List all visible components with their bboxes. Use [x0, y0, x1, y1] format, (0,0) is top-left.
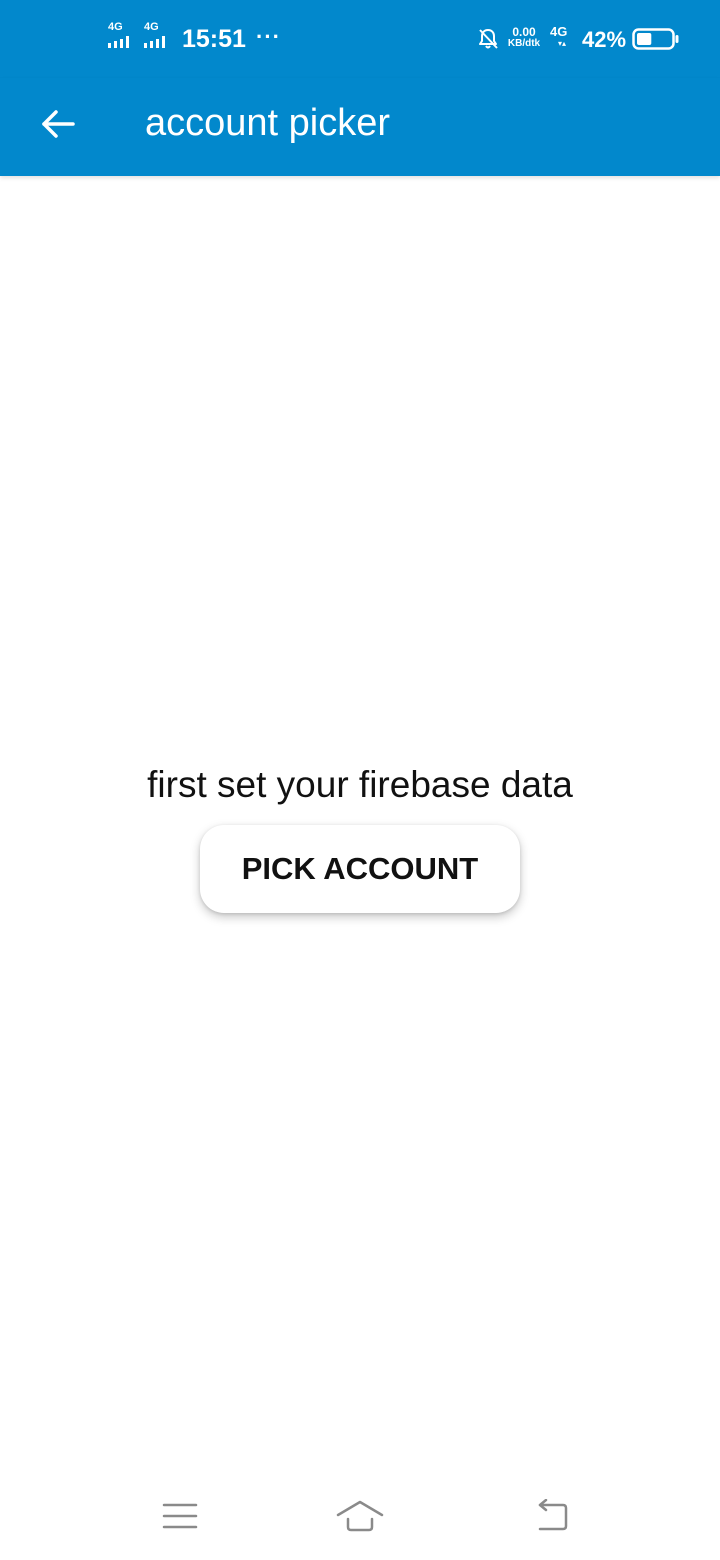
setup-message: first set your firebase data: [147, 764, 573, 805]
navigation-bar: [0, 1480, 720, 1560]
network-speed-unit: KB/dtk: [507, 38, 541, 49]
network-speed-indicator: 0.00 KB/dtk: [503, 26, 545, 50]
menu-icon: [162, 1501, 198, 1536]
data-network-label: 4G: [550, 24, 568, 39]
sim1-network-label: 4G: [108, 21, 123, 33]
screen: 4G 4G 15:51 ··· 0.00 KB/dtk 4G ▾▴ 42% ac…: [0, 0, 720, 1560]
system-back-button[interactable]: [520, 1492, 580, 1544]
sim1-signal-icon: 4G: [108, 22, 140, 48]
network-speed-value: 0.00: [512, 25, 536, 39]
back-icon: [530, 1498, 570, 1538]
home-icon: [334, 1499, 386, 1538]
app-bar: account picker: [0, 78, 720, 176]
battery-percent: 42%: [582, 27, 627, 52]
more-notifications-icon: ···: [256, 24, 281, 49]
sim2-signal-icon: 4G: [144, 22, 176, 48]
status-bar: 4G 4G 15:51 ··· 0.00 KB/dtk 4G ▾▴ 42%: [0, 0, 720, 78]
battery-icon: [632, 28, 679, 50]
data-activity-icon: ▾▴: [558, 39, 567, 48]
pick-account-button[interactable]: PICK ACCOUNT: [200, 825, 520, 913]
back-button[interactable]: [30, 98, 86, 154]
status-time: 15:51: [182, 25, 246, 53]
recent-apps-button[interactable]: [150, 1492, 210, 1544]
page-title: account picker: [145, 102, 391, 144]
bell-off-icon: [477, 27, 499, 51]
sim2-network-label: 4G: [144, 21, 159, 33]
home-button[interactable]: [330, 1492, 390, 1544]
arrow-left-icon: [40, 109, 76, 144]
